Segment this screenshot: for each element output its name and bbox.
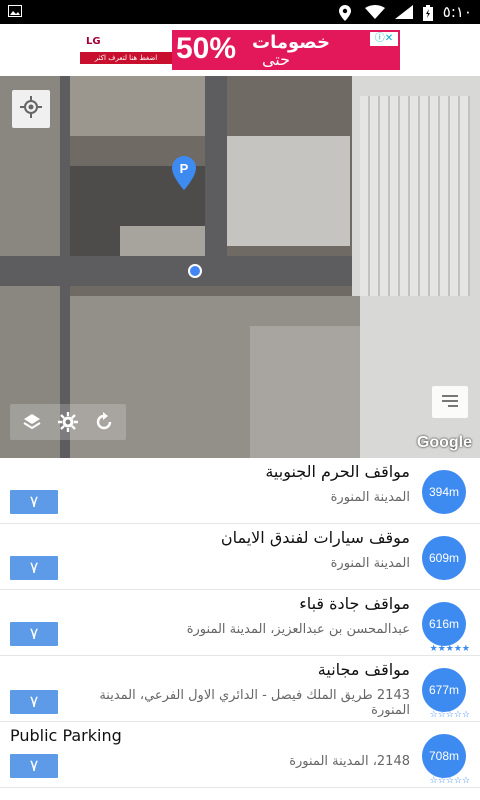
item-title: مواقف جادة قباء xyxy=(299,594,410,613)
item-address: 2143 طريق الملك فيصل - الدائري الاول الف… xyxy=(99,688,410,718)
battery-icon xyxy=(422,5,433,21)
map-road-vertical-2 xyxy=(60,76,70,458)
distance-badge: 616m xyxy=(422,602,466,646)
ad-percent: 50% xyxy=(176,32,237,65)
list-item[interactable]: مواقف مجانية 2143 طريق الملك فيصل - الدا… xyxy=(0,656,480,722)
list-item[interactable]: مواقف جادة قباء عبدالمحسن بن عبدالعزيز، … xyxy=(0,590,480,656)
lg-logo: LG xyxy=(86,36,101,47)
crosshair-icon xyxy=(20,96,42,122)
map-road-horizontal xyxy=(0,256,352,286)
rating-stars: ☆☆☆☆☆ xyxy=(429,710,470,720)
parking-pin-icon[interactable]: P xyxy=(172,156,196,190)
item-title: موقف سيارات لفندق الايمان xyxy=(220,528,410,547)
map-area-top-buildings xyxy=(70,76,210,136)
navigate-button[interactable]: ٧ xyxy=(10,754,58,778)
ad-choices-icon[interactable]: ⓘ✕ xyxy=(370,32,398,46)
gear-icon xyxy=(58,412,78,432)
location-icon xyxy=(338,5,355,21)
navigate-button[interactable]: ٧ xyxy=(10,556,58,580)
wifi-icon xyxy=(364,5,385,19)
map-controls xyxy=(10,404,126,440)
settings-button[interactable] xyxy=(50,412,86,432)
list-item[interactable]: موقف سيارات لفندق الايمان المدينة المنور… xyxy=(0,524,480,590)
list-toggle-button[interactable] xyxy=(432,386,468,418)
ad-cta[interactable]: اضغط هنا لتعرف اكثر xyxy=(80,52,172,64)
refresh-icon xyxy=(96,412,112,430)
google-attribution: Google xyxy=(416,434,472,451)
map-area-haram-tiles xyxy=(360,96,470,296)
ad-subheadline: حتى xyxy=(261,50,290,69)
navigate-button[interactable]: ٧ xyxy=(10,690,58,714)
distance-badge: 677m xyxy=(422,668,466,712)
parking-list: مواقف الحرم الجنوبية المدينة المنورة 394… xyxy=(0,458,480,800)
list-icon xyxy=(440,393,460,412)
ad-area: LG اضغط هنا لتعرف اكثر 50% خصومات حتى ⓘ✕ xyxy=(0,24,480,76)
ad-logo-area: LG اضغط هنا لتعرف اكثر xyxy=(80,30,172,70)
item-address: 2148، المدينة المنورة xyxy=(289,754,410,769)
list-item[interactable]: مواقف الحرم الجنوبية المدينة المنورة 394… xyxy=(0,458,480,524)
locate-button[interactable] xyxy=(12,90,50,128)
svg-text:P: P xyxy=(180,161,189,176)
map-road-vertical xyxy=(205,76,227,256)
layers-icon xyxy=(23,414,41,430)
image-icon xyxy=(8,5,24,19)
distance-badge: 708m xyxy=(422,734,466,778)
item-title: Public Parking xyxy=(10,726,122,745)
item-address: المدينة المنورة xyxy=(330,556,410,571)
status-bar: ٥:١٠ xyxy=(0,0,480,24)
item-address: عبدالمحسن بن عبدالعزيز، المدينة المنورة xyxy=(186,622,410,637)
rating-stars: ★★★★★ xyxy=(429,644,470,654)
distance-badge: 394m xyxy=(422,470,466,514)
my-location-dot xyxy=(188,264,202,278)
list-item[interactable]: Public Parking 2148، المدينة المنورة 708… xyxy=(0,722,480,788)
distance-badge: 609m xyxy=(422,536,466,580)
navigate-button[interactable]: ٧ xyxy=(10,490,58,514)
refresh-button[interactable] xyxy=(86,412,122,432)
clock-text: ٥:١٠ xyxy=(442,3,472,21)
map-area-plaza xyxy=(220,136,350,246)
navigate-button[interactable]: ٧ xyxy=(10,622,58,646)
item-title: مواقف الحرم الجنوبية xyxy=(265,462,410,481)
map-area-square xyxy=(250,326,360,458)
rating-stars: ☆☆☆☆☆ xyxy=(429,776,470,786)
ad-banner[interactable]: LG اضغط هنا لتعرف اكثر 50% خصومات حتى ⓘ✕ xyxy=(80,30,400,70)
item-address: المدينة المنورة xyxy=(330,490,410,505)
item-title: مواقف مجانية xyxy=(317,660,410,679)
signal-icon xyxy=(394,5,413,19)
layers-button[interactable] xyxy=(14,412,50,432)
map-view[interactable]: P Google xyxy=(0,76,480,458)
